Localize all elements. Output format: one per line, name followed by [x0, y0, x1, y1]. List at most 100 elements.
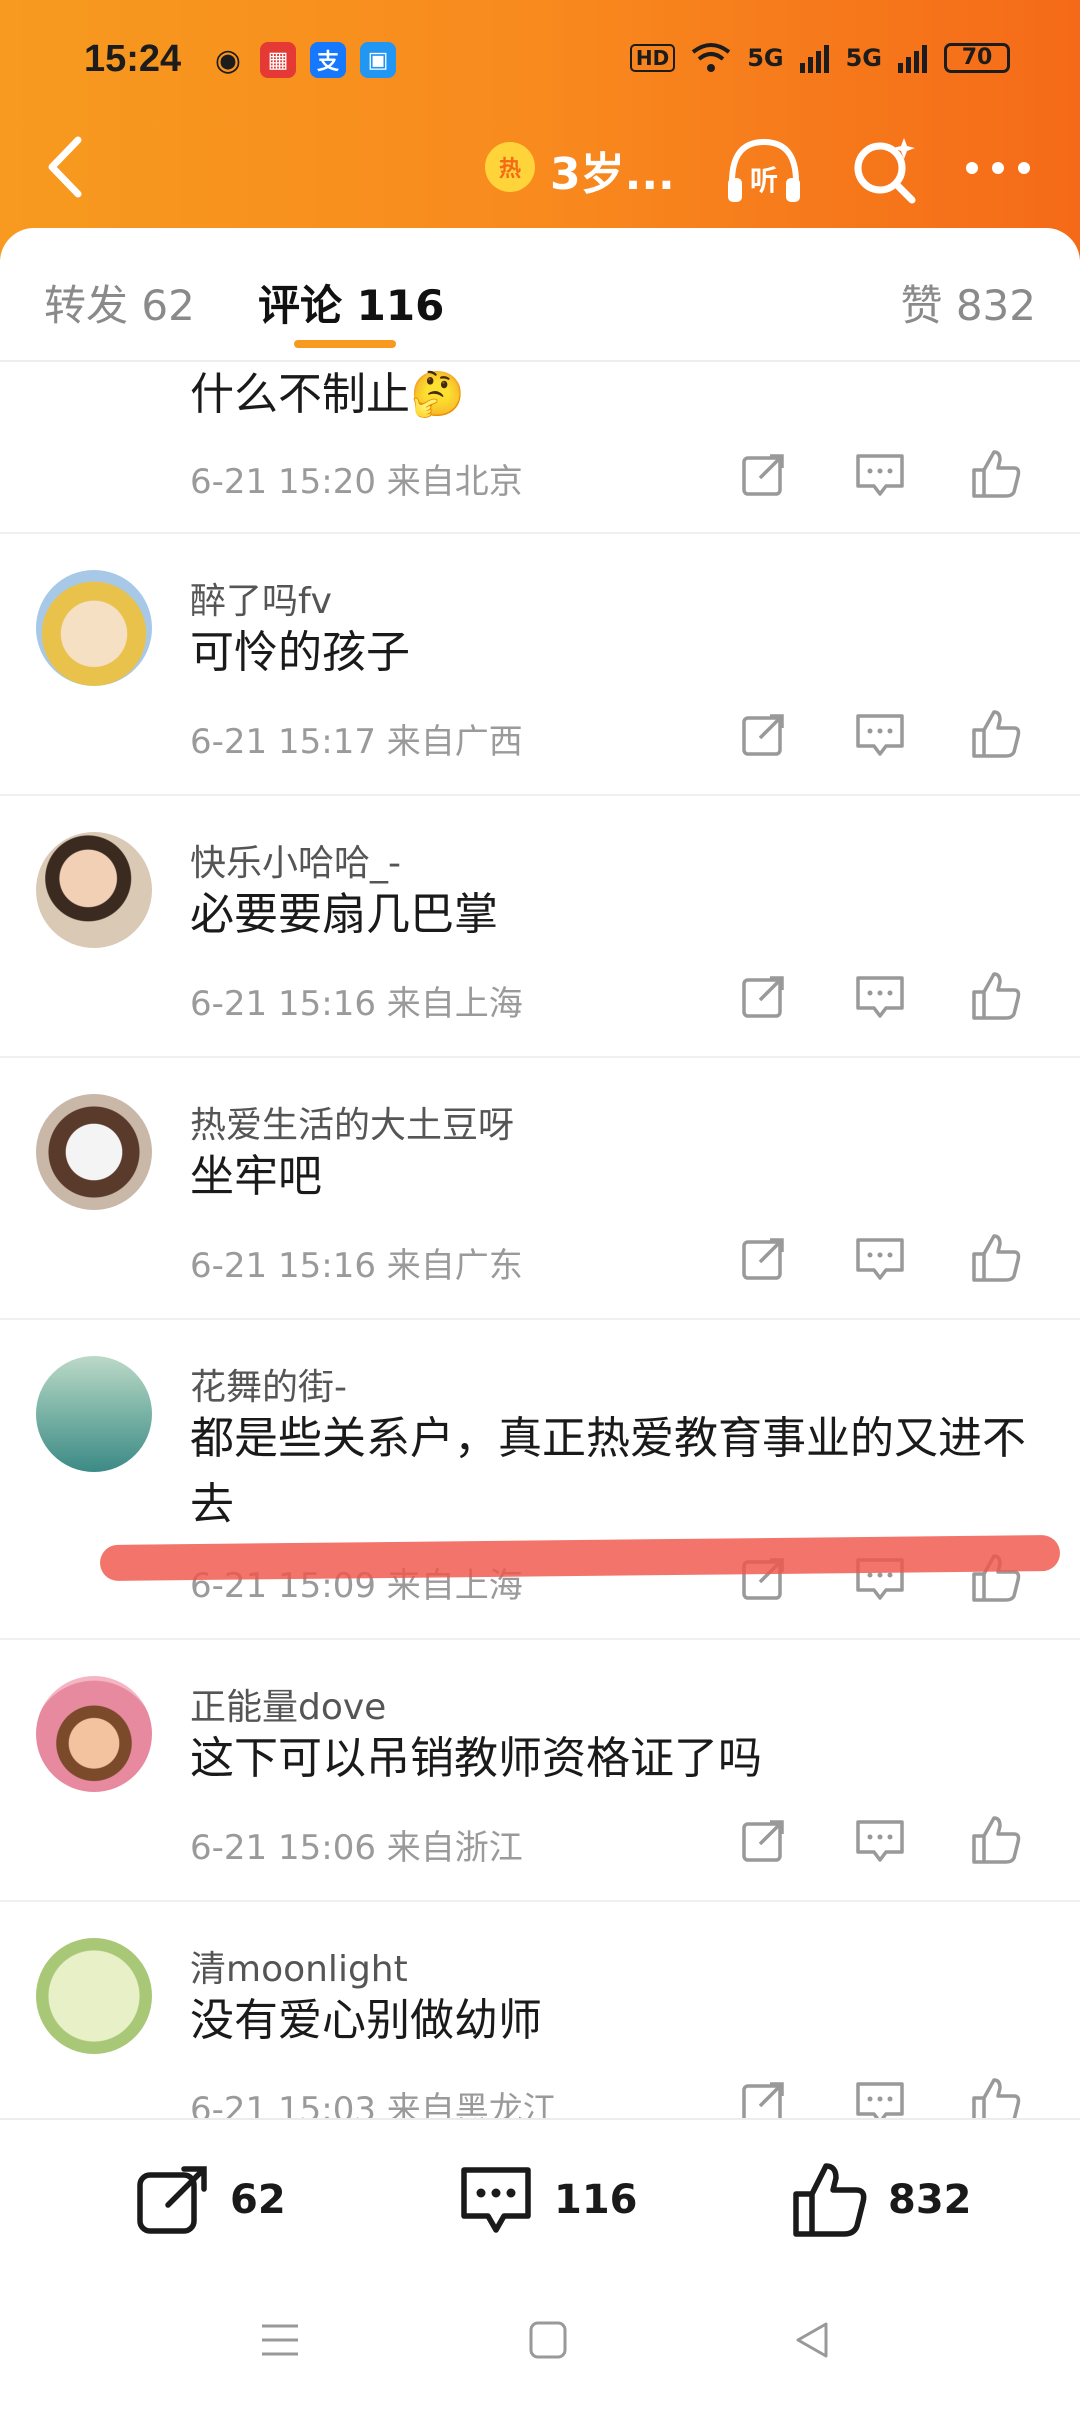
comment-text: 这下可以吊销教师资格证了吗 — [190, 1733, 762, 1784]
alipay-icon: 支 — [310, 42, 346, 78]
comment-username[interactable]: 快乐小哈哈_- — [190, 834, 401, 886]
comment-meta: 6-21 15:16 来自上海 — [190, 984, 523, 1024]
comment-count: 116 — [554, 2177, 638, 2223]
comment-button[interactable]: 116 — [456, 2160, 638, 2240]
comment-text: 都是些关系户，真正热爱教育事业的又进不去 — [190, 1413, 1026, 1530]
comment-text: 没有爱心别做幼师 — [190, 1995, 542, 2046]
weibo-icon: ◉ — [214, 42, 242, 78]
wifi-icon — [691, 43, 731, 72]
comment-text: 坐牢吧 — [190, 1151, 322, 1202]
share-icon[interactable] — [736, 968, 792, 1024]
like-icon[interactable] — [968, 2074, 1024, 2118]
like-count: 832 — [888, 2177, 972, 2223]
comment-username[interactable]: 清moonlight — [190, 1940, 408, 1992]
status-indicators: HD 5G 5G 70 — [629, 42, 1010, 74]
comment-actions — [736, 706, 1036, 766]
comment-item: 正能量dove 这下可以吊销教师资格证了吗 6-21 15:06 来自浙江 — [0, 1640, 1080, 1902]
status-app-icons: ◉ ▦ 支 ▣ — [210, 42, 396, 78]
listen-headphones-icon[interactable]: 听 — [722, 130, 806, 214]
repost-icon — [137, 2166, 207, 2234]
top-nav-bar: 热 3岁... 听 — [0, 120, 1080, 220]
reply-icon[interactable] — [852, 968, 908, 1024]
svg-text:听: 听 — [750, 164, 778, 197]
like-button[interactable]: 832 — [790, 2160, 972, 2240]
nav-title[interactable]: 3岁... — [550, 138, 675, 202]
app-red-icon: ▦ — [260, 42, 296, 78]
status-time: 15:24 — [84, 38, 182, 80]
signal-5g-1: 5G — [747, 44, 784, 72]
comment-actions — [736, 1230, 1036, 1290]
comment-text: 必要要扇几巴掌 — [190, 889, 498, 940]
hd-icon: HD — [629, 44, 676, 72]
comment-actions — [736, 1812, 1036, 1872]
thumbs-up-icon — [793, 2163, 867, 2237]
comment-item: 快乐小哈哈_- 必要要扇几巴掌 6-21 15:16 来自上海 — [0, 796, 1080, 1058]
like-icon[interactable] — [968, 1230, 1024, 1286]
comment-actions — [736, 2074, 1036, 2118]
like-icon[interactable] — [968, 1812, 1024, 1868]
comment-text: 什么不制止🤔 — [190, 369, 465, 420]
comment-actions — [736, 968, 1036, 1028]
bottom-action-bar: 62 116 832 — [0, 2118, 1080, 2278]
comment-item: 热爱生活的大土豆呀 坐牢吧 6-21 15:16 来自广东 — [0, 1058, 1080, 1320]
comment-item: 醉了吗fv 可怜的孩子 6-21 15:17 来自广西 — [0, 534, 1080, 796]
comment-text: 可怜的孩子 — [190, 627, 410, 678]
tab-comments[interactable]: 评论 116 — [258, 272, 444, 333]
reply-icon[interactable] — [852, 706, 908, 762]
reply-icon[interactable] — [852, 2074, 908, 2118]
signal-bars-icon — [799, 45, 829, 73]
comment-list: 什么不制止🤔 6-21 15:20 来自北京 醉了吗fv 可怜的孩子 6-21 … — [0, 362, 1080, 2118]
comment-item: 什么不制止🤔 6-21 15:20 来自北京 — [0, 362, 1080, 534]
share-icon[interactable] — [736, 1812, 792, 1868]
comment-meta: 6-21 15:20 来自北京 — [190, 462, 523, 502]
share-icon[interactable] — [736, 446, 792, 502]
avatar[interactable] — [36, 570, 152, 686]
more-icon[interactable] — [962, 148, 1034, 188]
comment-meta: 6-21 15:17 来自广西 — [190, 722, 523, 762]
avatar[interactable] — [36, 1938, 152, 2054]
like-icon[interactable] — [968, 968, 1024, 1024]
system-nav-bar — [0, 2278, 1080, 2414]
back-arrow-icon[interactable] — [40, 132, 100, 202]
hot-topic-icon: 热 — [485, 142, 535, 192]
like-icon[interactable] — [968, 446, 1024, 502]
avatar[interactable] — [36, 832, 152, 948]
comment-username[interactable]: 花舞的街- — [190, 1358, 347, 1410]
reply-icon[interactable] — [852, 1812, 908, 1868]
tab-active-indicator — [294, 340, 396, 348]
comments-sheet: 转发 62 评论 116 赞 832 什么不制止🤔 6-21 15:20 来自北… — [0, 228, 1080, 2118]
comment-meta: 6-21 15:16 来自广东 — [190, 1246, 523, 1286]
avatar[interactable] — [36, 1676, 152, 1792]
signal-5g-2: 5G — [845, 44, 882, 72]
comment-item: 清moonlight 没有爱心别做幼师 6-21 15:03 来自黑龙江 — [0, 1902, 1080, 2118]
comment-icon — [461, 2167, 531, 2233]
comment-item: 花舞的街- 都是些关系户，真正热爱教育事业的又进不去 6-21 15:09 来自… — [0, 1320, 1080, 1640]
back-triangle-icon[interactable] — [790, 2318, 834, 2362]
tab-bar: 转发 62 评论 116 赞 832 — [0, 228, 1080, 362]
comment-actions — [736, 446, 1036, 506]
tab-likes[interactable]: 赞 832 — [900, 272, 1036, 333]
comment-meta: 6-21 15:03 来自黑龙江 — [190, 2090, 557, 2118]
avatar[interactable] — [36, 1356, 152, 1472]
repost-button[interactable]: 62 — [134, 2160, 286, 2240]
share-icon[interactable] — [736, 706, 792, 762]
search-icon[interactable] — [850, 132, 920, 208]
repost-count: 62 — [230, 2177, 286, 2223]
tab-repost[interactable]: 转发 62 — [44, 272, 195, 333]
home-icon[interactable] — [526, 2318, 570, 2362]
comment-username[interactable]: 正能量dove — [190, 1678, 386, 1730]
comment-username[interactable]: 热爱生活的大土豆呀 — [190, 1096, 514, 1148]
share-icon[interactable] — [736, 1230, 792, 1286]
battery-icon: 70 — [944, 43, 1010, 73]
app-blue-icon: ▣ — [360, 42, 396, 78]
like-icon[interactable] — [968, 706, 1024, 762]
comment-meta: 6-21 15:06 来自浙江 — [190, 1828, 523, 1868]
reply-icon[interactable] — [852, 446, 908, 502]
status-bar: 15:24 ◉ ▦ 支 ▣ HD 5G 5G 70 — [0, 0, 1080, 130]
avatar[interactable] — [36, 1094, 152, 1210]
menu-icon[interactable] — [258, 2318, 302, 2362]
comment-username[interactable]: 醉了吗fv — [190, 572, 332, 624]
reply-icon[interactable] — [852, 1230, 908, 1286]
share-icon[interactable] — [736, 2074, 792, 2118]
signal-bars-icon-2 — [898, 45, 927, 73]
